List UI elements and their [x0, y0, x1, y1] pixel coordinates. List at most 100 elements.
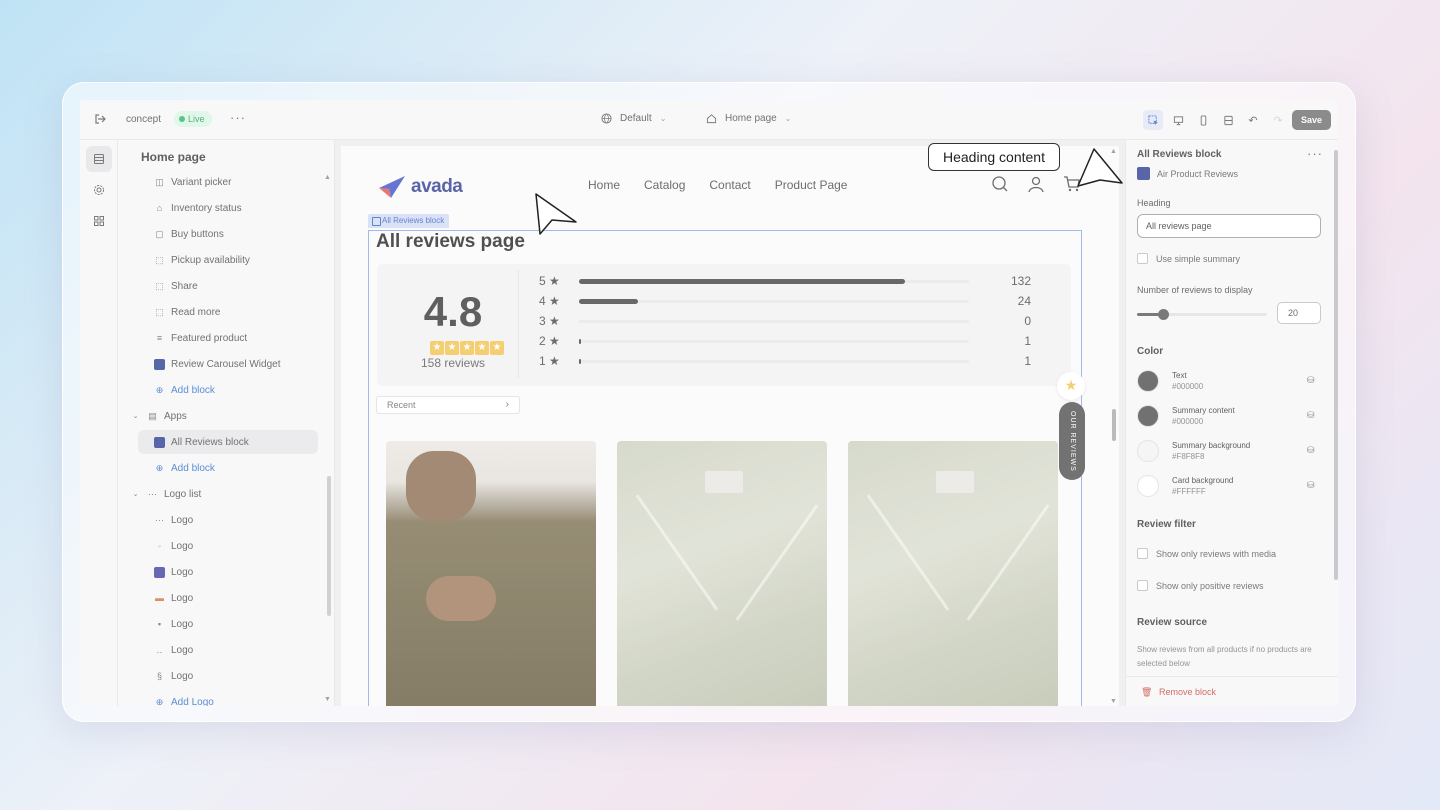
add-logo-button[interactable]: ⊕ Add Logo [154, 692, 214, 707]
store-logo[interactable]: avada [377, 174, 463, 200]
color-setting-row[interactable]: Card background #FFFFFF ⛁ [1137, 473, 1321, 499]
mobile-icon[interactable] [1193, 110, 1213, 130]
sidebar-item-featured-product[interactable]: ≡ Featured product [154, 328, 247, 348]
reviews-heading: All reviews page [376, 231, 525, 252]
sidebar-item-pickup-availability[interactable]: ⬚ Pickup availability [154, 250, 250, 270]
sidebar-item-logo[interactable]: ‥ Logo [154, 640, 193, 660]
checkbox-box[interactable] [1137, 548, 1148, 559]
color-swatch[interactable] [1137, 370, 1159, 392]
sections-icon[interactable] [86, 146, 112, 172]
add-app-block-button[interactable]: ⊕ Add block [154, 458, 215, 478]
remove-block-button[interactable]: 🗑 Remove block [1126, 676, 1338, 706]
logo-list-icon: ⋯ [148, 488, 157, 499]
positive-only-checkbox[interactable]: Show only positive reviews [1137, 580, 1264, 591]
sidebar-item-all-reviews-block[interactable]: All Reviews block [154, 432, 249, 452]
sidebar-item-variant-picker[interactable]: ◫ Variant picker [154, 172, 231, 192]
our-reviews-tab[interactable]: OUR REVIEWS [1059, 402, 1085, 480]
sidebar-group-apps[interactable]: ⌄ ▤ Apps [130, 406, 187, 426]
sidebar-item-logo[interactable]: ◦ Logo [154, 536, 193, 556]
storefront-preview: avada Home Catalog Contact Product Page … [341, 146, 1119, 706]
color-setting-row[interactable]: Summary content #000000 ⛁ [1137, 403, 1321, 429]
sidebar-item-read-more[interactable]: ⬚ Read more [154, 302, 220, 322]
media-only-checkbox[interactable]: Show only reviews with media [1137, 548, 1276, 559]
scroll-up-icon[interactable]: ▲ [324, 174, 331, 181]
apps-icon[interactable] [86, 208, 112, 234]
sidebar-item-logo[interactable]: ▬ Logo [154, 588, 193, 608]
simple-summary-checkbox[interactable]: Use simple summary [1137, 253, 1240, 264]
sidebar-item-review-carousel[interactable]: Review Carousel Widget [154, 354, 281, 374]
left-rail [80, 140, 118, 706]
rating-row-count: 132 [1010, 274, 1031, 288]
color-swatch[interactable] [1137, 475, 1159, 497]
sidebar-item-buy-buttons[interactable]: ▢ Buy buttons [154, 224, 224, 244]
review-photo[interactable] [386, 441, 596, 706]
rating-row-count: 0 [1024, 314, 1031, 328]
page-selector[interactable]: Home page ⌄ [706, 113, 791, 124]
color-setting-row[interactable]: Summary background #F8F8F8 ⛁ [1137, 438, 1321, 464]
rating-row-label: 3 ★ [539, 314, 560, 328]
rating-bar-fill [579, 299, 639, 304]
dynamic-source-icon[interactable]: ⛁ [1307, 375, 1315, 386]
scroll-down-icon[interactable]: ▼ [1110, 698, 1117, 705]
desktop-icon[interactable] [1168, 110, 1188, 130]
rating-bar-fill [579, 279, 905, 284]
dynamic-source-icon[interactable]: ⛁ [1307, 480, 1315, 491]
checkbox-box[interactable] [1137, 580, 1148, 591]
star-icon: ★ [475, 341, 489, 355]
photo-fold-shape [735, 504, 819, 621]
sidebar-item-share[interactable]: ⬚ Share [154, 276, 197, 296]
globe-icon [601, 113, 612, 124]
scroll-down-icon[interactable]: ▼ [324, 696, 331, 703]
floating-star-icon[interactable]: ★ [1057, 372, 1085, 400]
dynamic-source-icon[interactable]: ⛁ [1307, 445, 1315, 456]
rating-row: 2 ★ 1 [539, 334, 1059, 350]
slider-handle[interactable] [1158, 309, 1169, 320]
more-menu-button[interactable]: ··· [230, 110, 246, 125]
chevron-down-icon: ⌄ [132, 413, 139, 420]
nav-catalog[interactable]: Catalog [644, 178, 685, 192]
search-icon[interactable] [991, 175, 1009, 193]
sort-label: Recent [387, 400, 416, 410]
color-swatch[interactable] [1137, 440, 1159, 462]
checkbox-box[interactable] [1137, 253, 1148, 264]
nav-product-page[interactable]: Product Page [775, 178, 848, 192]
sidebar-scrollbar[interactable] [327, 476, 331, 616]
inventory-icon: ⌂ [156, 203, 163, 213]
undo-icon[interactable]: ↶ [1243, 110, 1263, 130]
sidebar-item-logo[interactable]: § Logo [154, 666, 193, 686]
save-button[interactable]: Save [1292, 110, 1332, 130]
more-options-icon[interactable]: ··· [1307, 146, 1323, 161]
sidebar-group-logo-list[interactable]: ⌄ ⋯ Logo list [130, 484, 202, 504]
review-photo[interactable] [848, 441, 1058, 706]
nav-contact[interactable]: Contact [709, 178, 750, 192]
app-attribution: Air Product Reviews [1137, 167, 1238, 180]
sort-dropdown[interactable]: Recent › [376, 396, 520, 414]
heading-input[interactable]: All reviews page [1137, 214, 1321, 238]
preview-scrollbar[interactable] [1112, 409, 1116, 441]
color-swatch[interactable] [1137, 405, 1159, 427]
dynamic-source-icon[interactable]: ⛁ [1307, 410, 1315, 421]
color-setting-row[interactable]: Text #000000 ⛁ [1137, 368, 1321, 394]
num-reviews-input[interactable]: 20 [1277, 302, 1321, 324]
fullscreen-icon[interactable] [1218, 110, 1238, 130]
rating-stars: ★ ★ ★ ★ ★ [430, 341, 504, 355]
sidebar-item-logo[interactable]: ▪ Logo [154, 614, 193, 634]
apps-group-icon: ▤ [148, 410, 157, 421]
panel-scrollbar[interactable] [1334, 150, 1338, 580]
review-photo[interactable] [617, 441, 827, 706]
avada-logo-icon [379, 176, 405, 198]
exit-icon[interactable] [93, 112, 107, 126]
sidebar-item-logo[interactable]: ··· Logo [154, 510, 193, 530]
num-reviews-slider[interactable] [1137, 309, 1267, 320]
live-badge: Live [174, 111, 212, 127]
nav-home[interactable]: Home [588, 178, 620, 192]
inspector-icon[interactable] [1143, 110, 1163, 130]
settings-icon[interactable] [86, 177, 112, 203]
sidebar-item-inventory-status[interactable]: ⌂ Inventory status [154, 198, 242, 218]
theme-selector[interactable]: Default ⌄ [601, 113, 666, 124]
redo-icon[interactable]: ↷ [1268, 110, 1288, 130]
sidebar-item-logo[interactable]: Logo [154, 562, 193, 582]
review-filter-label: Review filter [1137, 519, 1196, 530]
add-block-button[interactable]: ⊕ Add block [154, 380, 215, 400]
account-icon[interactable] [1027, 175, 1045, 193]
